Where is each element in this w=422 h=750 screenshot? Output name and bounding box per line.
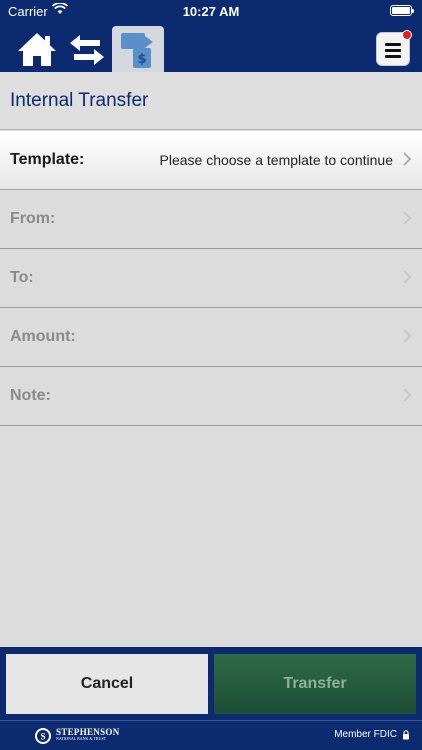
amount-label: Amount: [10,328,76,345]
template-row[interactable]: Template: Please choose a template to co… [0,131,422,190]
chevron-right-icon [403,329,412,343]
note-label: Note: [10,387,51,404]
amount-row[interactable]: Amount: [0,308,422,367]
template-label: Template: [10,151,85,168]
svg-text:$: $ [137,52,146,67]
note-row[interactable]: Note: [0,367,422,426]
notification-badge [402,30,412,40]
internal-transfer-icon: $ [121,33,153,68]
to-row[interactable]: To: [0,249,422,308]
svg-text:S: S [40,732,45,742]
from-row[interactable]: From: [0,190,422,249]
transfer-arrows-icon [70,35,104,65]
chevron-right-icon [403,152,412,166]
transfers-button[interactable] [62,26,112,72]
transfer-button[interactable]: Transfer [214,654,416,714]
template-value: Please choose a template to continue [159,152,394,168]
clock: 10:27 AM [182,4,240,19]
top-nav: $ [0,22,422,72]
home-icon [18,33,56,66]
hamburger-menu-icon [385,43,401,61]
internal-transfer-tab[interactable]: $ [112,26,164,72]
fdic-label: Member FDIC [334,729,397,740]
action-bar: Cancel Transfer [0,647,422,720]
footer: S STEPHENSON NATIONAL BANK & TRUST Membe… [0,720,422,750]
chevron-right-icon [403,388,412,402]
chevron-right-icon [403,211,412,225]
bank-seal-icon: S [35,728,51,744]
lock-icon [403,729,409,739]
member-fdic: Member FDIC [334,729,410,740]
status-bar: Carrier 10:27 AM [0,0,422,22]
bank-subtitle: NATIONAL BANK & TRUST [56,736,107,741]
menu-button[interactable] [376,30,412,66]
home-button[interactable] [12,26,62,72]
battery-icon [390,5,414,16]
page-title: Internal Transfer [10,90,149,111]
cancel-button[interactable]: Cancel [6,654,208,714]
chevron-right-icon [403,270,412,284]
to-label: To: [10,269,34,286]
page-header: Internal Transfer [0,72,422,130]
from-label: From: [10,210,56,227]
